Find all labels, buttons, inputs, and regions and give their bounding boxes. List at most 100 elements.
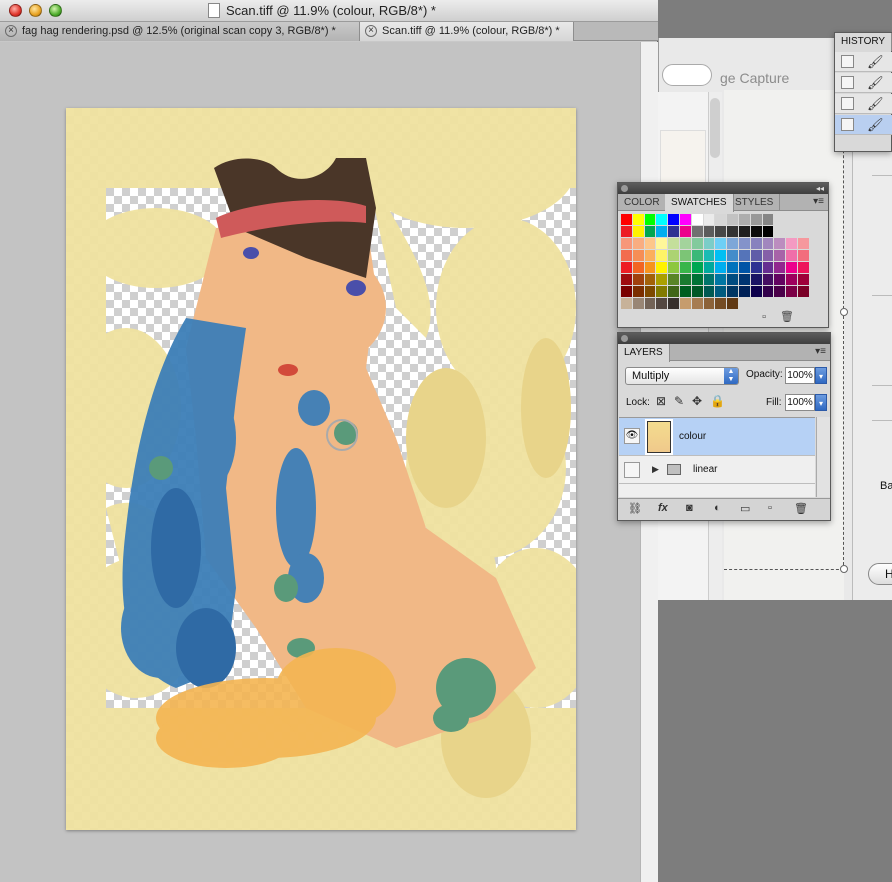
color-swatch[interactable] xyxy=(727,225,739,237)
color-swatch[interactable] xyxy=(727,249,739,261)
color-swatch[interactable] xyxy=(644,225,657,237)
color-swatch[interactable] xyxy=(679,237,692,249)
tab-scan-tiff[interactable]: × Scan.tiff @ 11.9% (colour, RGB/8*) * xyxy=(360,22,574,41)
color-swatch[interactable] xyxy=(727,213,739,225)
color-swatch[interactable] xyxy=(656,285,669,297)
color-swatch[interactable] xyxy=(632,273,645,285)
color-swatch[interactable] xyxy=(621,297,633,309)
lock-position-icon[interactable]: ✥ xyxy=(692,394,702,408)
color-swatch[interactable] xyxy=(621,285,633,297)
color-swatch[interactable] xyxy=(703,213,716,225)
color-swatch[interactable] xyxy=(656,273,669,285)
color-swatch[interactable] xyxy=(644,285,657,297)
color-swatch[interactable] xyxy=(656,237,669,249)
color-swatch[interactable] xyxy=(621,213,633,225)
background-scroll-knob[interactable] xyxy=(710,98,720,158)
history-state[interactable]: 🖌 xyxy=(835,94,892,114)
trash-icon[interactable]: 🗑 xyxy=(794,502,808,515)
color-swatch[interactable] xyxy=(632,225,645,237)
color-swatch[interactable] xyxy=(644,213,657,225)
new-swatch-icon[interactable]: ▫ xyxy=(762,311,780,323)
color-swatch[interactable] xyxy=(691,261,704,273)
close-panel-icon[interactable] xyxy=(621,185,628,192)
panel-header[interactable]: ◂◂ xyxy=(618,183,828,194)
color-swatch[interactable] xyxy=(750,261,763,273)
color-swatch[interactable] xyxy=(656,261,669,273)
color-swatch[interactable] xyxy=(691,213,704,225)
selection-handle[interactable] xyxy=(840,565,848,573)
layers-scrollbar[interactable] xyxy=(816,417,830,497)
color-swatch[interactable] xyxy=(632,213,645,225)
color-swatch[interactable] xyxy=(621,261,633,273)
color-swatch[interactable] xyxy=(668,261,680,273)
color-swatch[interactable] xyxy=(715,261,728,273)
color-swatch[interactable] xyxy=(786,273,798,285)
tab-color[interactable]: COLOR xyxy=(618,194,667,211)
color-swatch[interactable] xyxy=(679,297,692,309)
color-swatch[interactable] xyxy=(715,273,728,285)
color-swatch[interactable] xyxy=(703,297,716,309)
expand-triangle-icon[interactable]: ▶ xyxy=(652,464,659,475)
layer-row-colour[interactable]: 👁 colour xyxy=(619,418,815,456)
color-swatch[interactable] xyxy=(715,285,728,297)
color-swatch[interactable] xyxy=(738,249,751,261)
trash-icon[interactable]: 🗑 xyxy=(780,311,808,323)
color-swatch[interactable] xyxy=(679,273,692,285)
color-swatch[interactable] xyxy=(668,285,680,297)
color-swatch[interactable] xyxy=(786,261,798,273)
color-swatch[interactable] xyxy=(691,297,704,309)
color-swatch[interactable] xyxy=(797,285,810,297)
history-snapshot-box[interactable] xyxy=(841,97,854,110)
close-tab-icon[interactable]: × xyxy=(365,25,377,37)
color-swatch[interactable] xyxy=(703,261,716,273)
color-swatch[interactable] xyxy=(632,297,645,309)
color-swatch[interactable] xyxy=(691,249,704,261)
layer-row-linear[interactable]: ▶ linear xyxy=(619,456,815,484)
panel-menu-icon[interactable]: ▾≡ xyxy=(815,346,826,357)
color-swatch[interactable] xyxy=(738,213,751,225)
color-swatch[interactable] xyxy=(738,261,751,273)
lock-image-pixels-icon[interactable]: ✎ xyxy=(674,394,684,408)
history-state[interactable]: 🖌 xyxy=(835,52,892,72)
color-swatch[interactable] xyxy=(727,237,739,249)
color-swatch[interactable] xyxy=(715,213,728,225)
color-swatch[interactable] xyxy=(738,273,751,285)
history-state[interactable]: 🖌 xyxy=(835,73,892,93)
color-swatch[interactable] xyxy=(691,225,704,237)
background-button[interactable]: H xyxy=(868,563,892,585)
tab-history[interactable]: HISTORY xyxy=(835,33,892,51)
color-swatch[interactable] xyxy=(786,285,798,297)
opacity-dropdown-button[interactable]: ▾ xyxy=(815,367,827,384)
color-swatch[interactable] xyxy=(786,249,798,261)
new-group-icon[interactable]: ▭ xyxy=(740,502,750,515)
panel-menu-icon[interactable]: ▾≡ xyxy=(813,196,824,207)
color-swatch[interactable] xyxy=(774,261,787,273)
tab-styles[interactable]: STYLES xyxy=(729,194,781,211)
color-swatch[interactable] xyxy=(668,249,680,261)
fill-dropdown-button[interactable]: ▾ xyxy=(815,394,827,411)
color-swatch[interactable] xyxy=(750,213,763,225)
color-swatch[interactable] xyxy=(750,249,763,261)
color-swatch[interactable] xyxy=(691,237,704,249)
color-swatch[interactable] xyxy=(750,237,763,249)
color-swatch[interactable] xyxy=(774,237,787,249)
color-swatch[interactable] xyxy=(679,285,692,297)
color-swatch[interactable] xyxy=(656,213,669,225)
close-window-button[interactable] xyxy=(9,4,22,17)
tab-swatches[interactable]: SWATCHES xyxy=(665,194,734,212)
tab-layers[interactable]: LAYERS xyxy=(618,344,670,362)
color-swatch[interactable] xyxy=(738,237,751,249)
color-swatch[interactable] xyxy=(679,261,692,273)
color-swatch[interactable] xyxy=(774,249,787,261)
panel-header[interactable] xyxy=(618,333,830,344)
color-swatch[interactable] xyxy=(691,273,704,285)
title-bar[interactable]: Scan.tiff @ 11.9% (colour, RGB/8*) * xyxy=(0,0,658,22)
mask-icon[interactable]: ◙ xyxy=(686,502,693,514)
background-search-field[interactable] xyxy=(662,64,712,86)
color-swatch[interactable] xyxy=(750,273,763,285)
color-swatch[interactable] xyxy=(715,297,728,309)
color-swatch[interactable] xyxy=(750,225,763,237)
color-swatch[interactable] xyxy=(668,273,680,285)
color-swatch[interactable] xyxy=(632,285,645,297)
tab-fag-hag-rendering[interactable]: × fag hag rendering.psd @ 12.5% (origina… xyxy=(0,22,360,41)
